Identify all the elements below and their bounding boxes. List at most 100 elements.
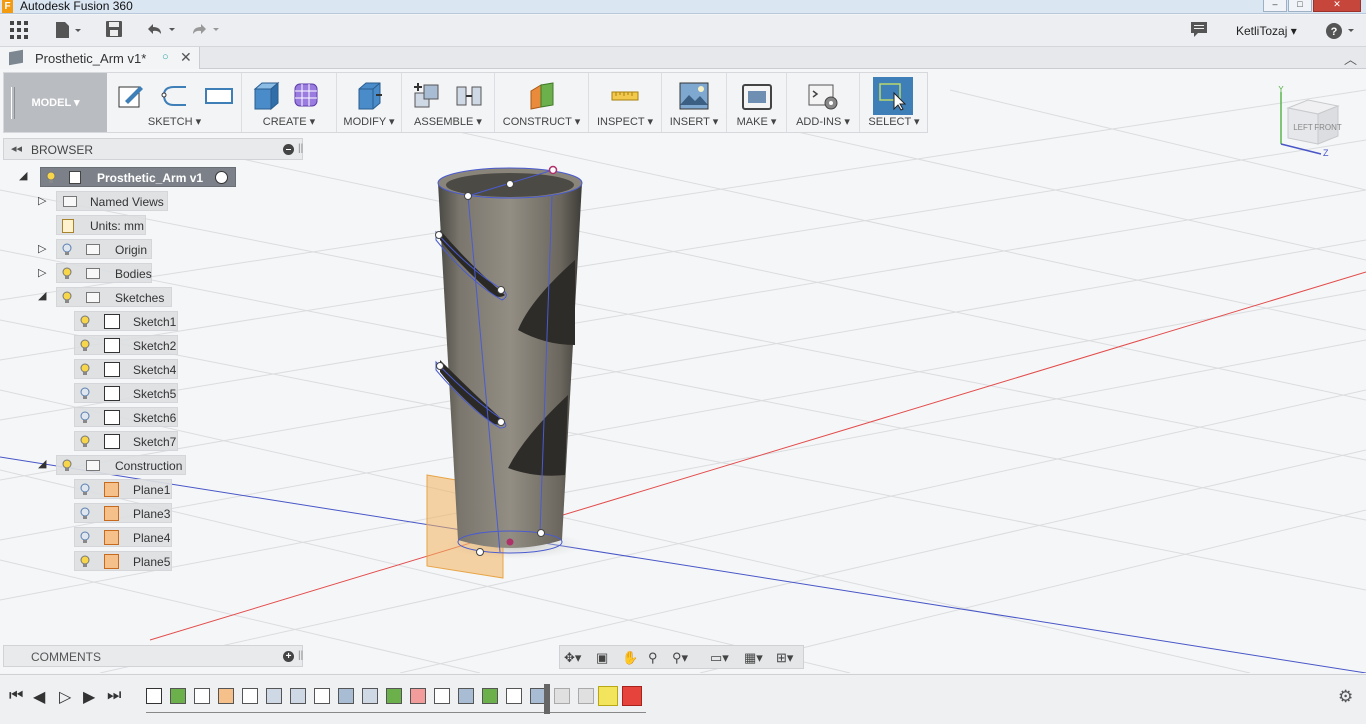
timeline-suppressed-icon[interactable] bbox=[578, 688, 594, 704]
z-axis-blue bbox=[0, 456, 1366, 673]
construct-group[interactable]: CONSTRUCT ▾ bbox=[495, 73, 589, 132]
collapse-browser-icon[interactable]: ◂◂ bbox=[11, 142, 22, 155]
browser-item-origin[interactable]: Origin bbox=[56, 239, 152, 259]
timeline-extrude-icon[interactable] bbox=[458, 688, 474, 704]
browser-item-bodies[interactable]: Bodies bbox=[56, 263, 152, 283]
browser-item-named-views[interactable]: Named Views bbox=[56, 191, 168, 211]
comments-panel-header[interactable]: COMMENTS + || bbox=[3, 645, 303, 667]
browser-item-units[interactable]: Units: mm bbox=[56, 215, 146, 235]
workspace-mode-button[interactable]: MODEL ▾ bbox=[4, 73, 107, 132]
named-views-label: Named Views bbox=[90, 195, 164, 209]
timeline-last-icon[interactable]: ⏭ bbox=[107, 687, 121, 705]
browser-header[interactable]: ◂◂ BROWSER || bbox=[3, 138, 303, 160]
browser-item-construction[interactable]: Construction bbox=[56, 455, 186, 475]
browser-minimize-icon[interactable] bbox=[283, 144, 294, 155]
timeline-error-feature-icon[interactable] bbox=[622, 686, 642, 706]
close-button[interactable]: ✕ bbox=[1313, 0, 1361, 12]
create-group[interactable]: CREATE ▾ bbox=[242, 73, 337, 132]
timeline-feature-icon[interactable] bbox=[218, 688, 234, 704]
notifications-icon[interactable] bbox=[1190, 21, 1208, 41]
timeline-sketch-icon[interactable] bbox=[146, 688, 162, 704]
minimize-button[interactable]: – bbox=[1263, 0, 1287, 12]
assemble-group[interactable]: ASSEMBLE ▾ bbox=[402, 73, 495, 132]
data-panel-grid-icon[interactable] bbox=[10, 21, 28, 41]
timeline-previous-icon[interactable]: ◀ bbox=[33, 687, 45, 707]
origin-expand-icon[interactable]: ▷ bbox=[38, 242, 46, 255]
viewports-icon[interactable]: ⊞▾ bbox=[776, 649, 793, 667]
timeline-selected-feature-icon[interactable] bbox=[598, 686, 618, 706]
sketch-item[interactable]: Sketch6 bbox=[74, 407, 178, 427]
browser-item-sketches[interactable]: Sketches bbox=[56, 287, 172, 307]
select-group[interactable]: SELECT ▾ bbox=[860, 73, 928, 132]
origin-label: Origin bbox=[115, 243, 148, 257]
sketch-group[interactable]: SKETCH ▾ bbox=[108, 73, 242, 132]
close-tab-icon[interactable]: ✕ bbox=[180, 49, 192, 66]
save-icon[interactable] bbox=[106, 21, 122, 41]
timeline-sketch-icon[interactable] bbox=[314, 688, 330, 704]
activate-component-icon[interactable] bbox=[215, 171, 228, 184]
fusion-logo-icon: F bbox=[2, 0, 13, 13]
timeline-step-icon[interactable]: ▷ bbox=[59, 687, 71, 707]
timeline-suppressed-icon[interactable] bbox=[554, 688, 570, 704]
sketches-collapse-icon[interactable]: ◢ bbox=[38, 289, 46, 302]
plane-item[interactable]: Plane4 bbox=[74, 527, 172, 547]
browser-root-node[interactable]: Prosthetic_Arm v1 bbox=[40, 167, 236, 187]
press-pull-icon bbox=[358, 82, 382, 110]
display-settings-icon[interactable]: ▭▾ bbox=[710, 649, 729, 667]
collapse-toolbar-icon[interactable]: ︿ bbox=[1344, 49, 1357, 68]
file-menu-icon[interactable] bbox=[55, 21, 83, 41]
plane-item[interactable]: Plane3 bbox=[74, 503, 172, 523]
help-icon[interactable]: ? bbox=[1325, 22, 1357, 42]
root-expand-icon[interactable]: ◢ bbox=[19, 169, 27, 182]
timeline-plane-icon[interactable] bbox=[170, 688, 186, 704]
modify-group[interactable]: MODIFY ▾ bbox=[337, 73, 402, 132]
plane-item[interactable]: Plane5 bbox=[74, 551, 172, 571]
timeline-play-icon[interactable]: ▶ bbox=[83, 687, 95, 707]
maximize-button[interactable]: □ bbox=[1288, 0, 1312, 12]
zoom-icon[interactable]: ⚲ bbox=[648, 649, 658, 667]
sketch-item[interactable]: Sketch4 bbox=[74, 359, 178, 379]
add-ins-group[interactable]: ADD-INS ▾ bbox=[787, 73, 860, 132]
settings-gear-icon[interactable]: ⚙ bbox=[1338, 687, 1353, 707]
insert-group[interactable]: INSERT ▾ bbox=[662, 73, 727, 132]
timeline-plane-icon[interactable] bbox=[386, 688, 402, 704]
sketch-item[interactable]: Sketch5 bbox=[74, 383, 178, 403]
create-sketch-icon bbox=[118, 86, 143, 108]
comments-resize-handle[interactable]: || bbox=[298, 650, 303, 661]
timeline-sketch-icon[interactable] bbox=[242, 688, 258, 704]
view-cube[interactable]: LEFT FRONT Y Z bbox=[1276, 86, 1346, 156]
fit-zoom-icon[interactable]: ⚲▾ bbox=[672, 649, 688, 667]
grid-settings-icon[interactable]: ▦▾ bbox=[744, 649, 763, 667]
construction-label: Construction bbox=[115, 459, 183, 473]
pan-hand-icon[interactable]: ✋ bbox=[622, 649, 638, 667]
add-comment-icon[interactable]: + bbox=[283, 651, 294, 662]
inspect-group[interactable]: INSPECT ▾ bbox=[589, 73, 662, 132]
timeline-feature-icon[interactable] bbox=[290, 688, 306, 704]
browser-resize-handle[interactable]: || bbox=[298, 143, 303, 154]
undo-icon[interactable] bbox=[145, 21, 177, 41]
sketch-item[interactable]: Sketch2 bbox=[74, 335, 178, 355]
sketch-item[interactable]: Sketch1 bbox=[74, 311, 178, 331]
timeline-sketch-icon[interactable] bbox=[194, 688, 210, 704]
timeline-extrude-icon[interactable] bbox=[338, 688, 354, 704]
redo-icon[interactable] bbox=[189, 21, 221, 41]
timeline-plane-icon[interactable] bbox=[482, 688, 498, 704]
timeline-first-icon[interactable]: ⏮ bbox=[9, 687, 23, 705]
named-views-expand-icon[interactable]: ▷ bbox=[38, 194, 46, 207]
user-account-menu[interactable]: KetliTozaj ▾ bbox=[1236, 24, 1297, 38]
timeline-marker[interactable] bbox=[544, 684, 550, 714]
orbit-icon[interactable]: ✥▾ bbox=[564, 649, 581, 667]
timeline-sketch-icon[interactable] bbox=[506, 688, 522, 704]
timeline-feature-icon[interactable] bbox=[410, 688, 426, 704]
timeline-feature-icon[interactable] bbox=[266, 688, 282, 704]
document-tab[interactable]: Prosthetic_Arm v1* ○ ✕ bbox=[0, 47, 200, 69]
sketch-item[interactable]: Sketch7 bbox=[74, 431, 178, 451]
timeline-sketch-icon[interactable] bbox=[434, 688, 450, 704]
construction-collapse-icon[interactable]: ◢ bbox=[38, 457, 46, 470]
plane-item[interactable]: Plane1 bbox=[74, 479, 172, 499]
timeline-move-icon[interactable] bbox=[362, 688, 378, 704]
make-group[interactable]: MAKE ▾ bbox=[727, 73, 787, 132]
bodies-expand-icon[interactable]: ▷ bbox=[38, 266, 46, 279]
look-at-icon[interactable]: ▣ bbox=[596, 649, 608, 667]
view-cube-y-label: Y bbox=[1278, 86, 1284, 94]
